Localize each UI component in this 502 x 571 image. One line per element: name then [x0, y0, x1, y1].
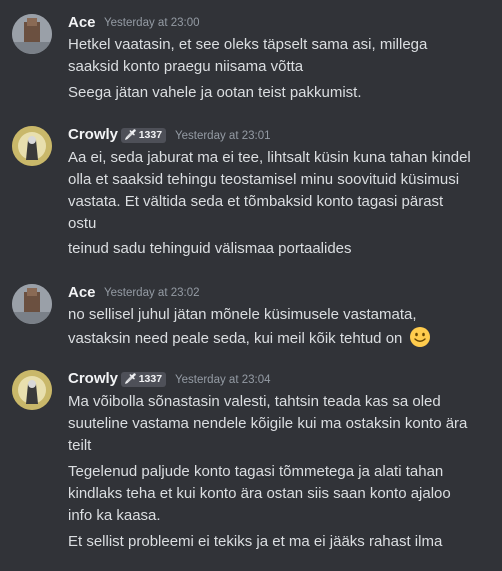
- message-line: info ka kaasa.: [68, 507, 161, 524]
- username[interactable]: Ace: [68, 284, 96, 301]
- message-text: vastaksin need peale seda, kui meil kõik…: [68, 330, 403, 347]
- message-line: no sellisel juhul jätan mõnele küsimusel…: [68, 306, 417, 323]
- message-line: Tegelenud paljude konto tagasi tõmmetega…: [68, 463, 444, 480]
- message-line: olla et saaksid tehingu teostamisel minu…: [68, 171, 460, 188]
- avatar-image: [12, 14, 52, 54]
- timestamp: Yesterday at 23:04: [175, 374, 271, 386]
- message-line: Ma võibolla sõnastasin valesti, tahtsin …: [68, 393, 441, 410]
- message-line: ostu: [68, 215, 97, 232]
- avatar[interactable]: [12, 14, 52, 54]
- avatar-image: [12, 370, 52, 410]
- message-line: saaksid konto praegu niisama võtta: [68, 58, 304, 75]
- sword-icon: 🗡: [124, 374, 137, 385]
- message-line: Aa ei, seda jaburat ma ei tee, lihtsalt …: [68, 149, 471, 166]
- message-line: Seega jätan vahele ja ootan teist pakkum…: [68, 84, 362, 101]
- sword-icon: 🗡: [124, 130, 137, 141]
- avatar-image: [12, 126, 52, 166]
- badge: 🗡 1337: [121, 372, 167, 387]
- message-line-with-emoji: vastaksin need peale seda, kui meil kõik…: [68, 326, 431, 348]
- timestamp: Yesterday at 23:00: [104, 17, 200, 29]
- timestamp: Yesterday at 23:02: [104, 287, 200, 299]
- avatar[interactable]: [12, 284, 52, 324]
- message-line: Et sellist probleemi ei tekiks ja et ma …: [68, 533, 443, 550]
- message-line: teilt: [68, 437, 92, 454]
- avatar[interactable]: [12, 126, 52, 166]
- slightly-smiling-face-icon[interactable]: [409, 326, 431, 348]
- avatar-image: [12, 284, 52, 324]
- username[interactable]: Crowly: [68, 126, 118, 143]
- avatar[interactable]: [12, 370, 52, 410]
- username[interactable]: Crowly: [68, 370, 118, 387]
- badge-label: 1337: [138, 129, 163, 141]
- message-line: kindlaks teha et kui konto ära ostan sii…: [68, 485, 451, 502]
- timestamp: Yesterday at 23:01: [175, 130, 271, 142]
- badge-label: 1337: [138, 373, 163, 385]
- message-line: vastata. Et vältida seda et tõmbaksid ko…: [68, 193, 444, 210]
- badge: 🗡 1337: [121, 128, 167, 143]
- username[interactable]: Ace: [68, 14, 96, 31]
- message-line: Hetkel vaatasin, et see oleks täpselt sa…: [68, 36, 428, 53]
- message-line: teinud sadu tehinguid välismaa portaalid…: [68, 240, 352, 257]
- message-line: suuteline vastama nendele kõigile kui ma…: [68, 415, 468, 432]
